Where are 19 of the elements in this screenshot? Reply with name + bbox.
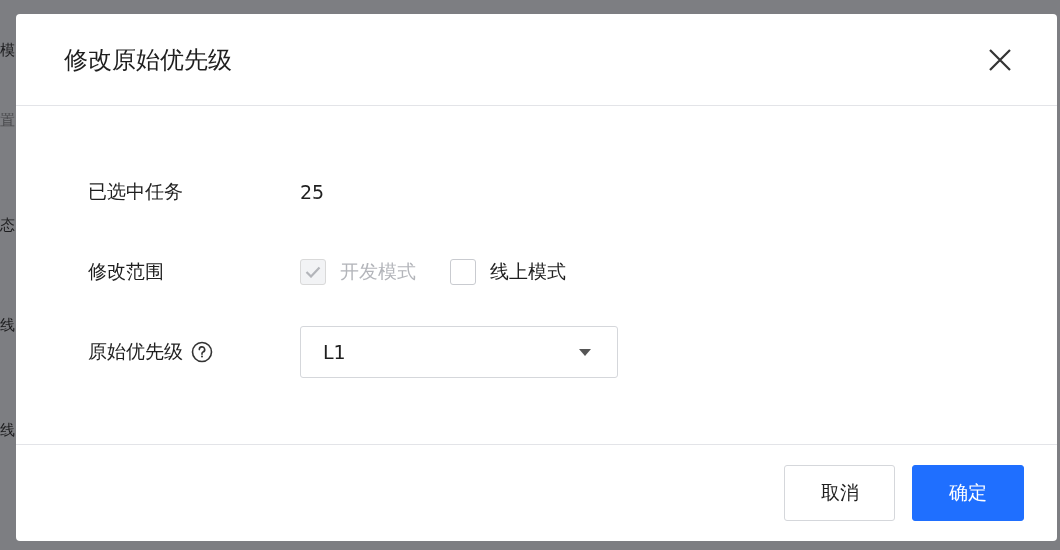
field-value: 25 [300, 181, 325, 203]
confirm-button[interactable]: 确定 [912, 465, 1024, 521]
field-label: 已选中任务 [88, 179, 183, 204]
dialog-title: 修改原始优先级 [64, 44, 232, 76]
check-icon [305, 266, 321, 278]
help-icon[interactable] [191, 341, 213, 363]
cancel-button[interactable]: 取消 [784, 465, 895, 521]
background-text: 模 [0, 42, 15, 58]
close-button[interactable] [987, 46, 1013, 73]
priority-select[interactable]: L1 [300, 326, 618, 378]
background-text: 态 [0, 217, 15, 233]
background-text: 线 [0, 422, 15, 438]
background-text: 线 [0, 317, 15, 333]
checkbox-label: 线上模式 [490, 259, 566, 284]
field-label: 原始优先级 [88, 339, 183, 364]
checkbox-label: 开发模式 [340, 259, 416, 284]
checkbox[interactable] [450, 259, 476, 285]
field-label: 修改范围 [88, 259, 164, 284]
dropdown-caret-icon [579, 348, 591, 356]
